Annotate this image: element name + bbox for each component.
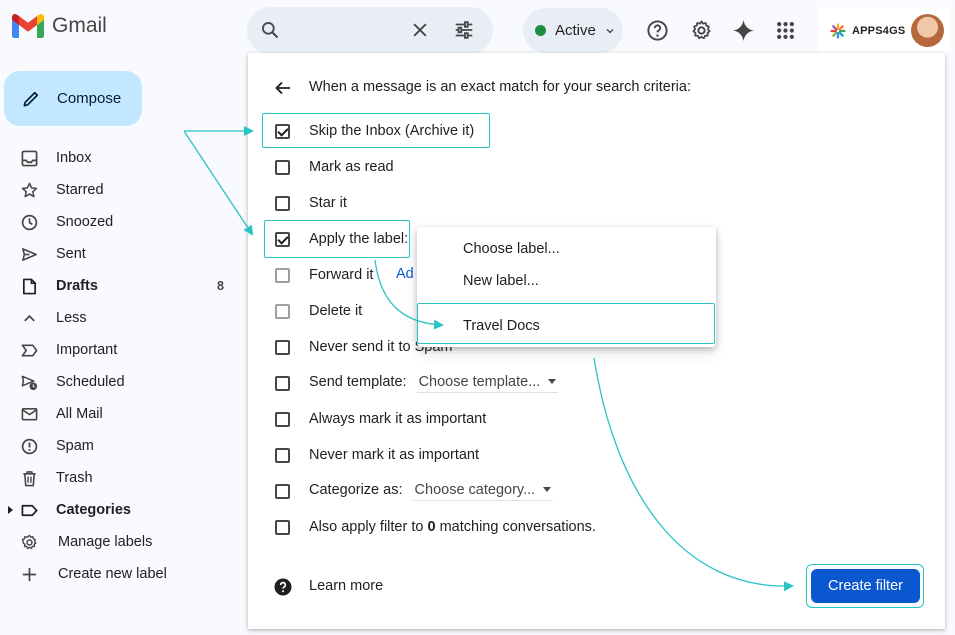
arrow-to-create-filter [593, 357, 794, 592]
arrow-to-travel-docs [374, 259, 444, 330]
help-circle-icon [274, 578, 292, 596]
arrow-to-apply-label [183, 130, 254, 236]
annotation-arrows [183, 126, 794, 592]
learn-more-link[interactable]: Learn more [309, 578, 383, 594]
create-filter-button[interactable]: Create filter [811, 569, 920, 603]
